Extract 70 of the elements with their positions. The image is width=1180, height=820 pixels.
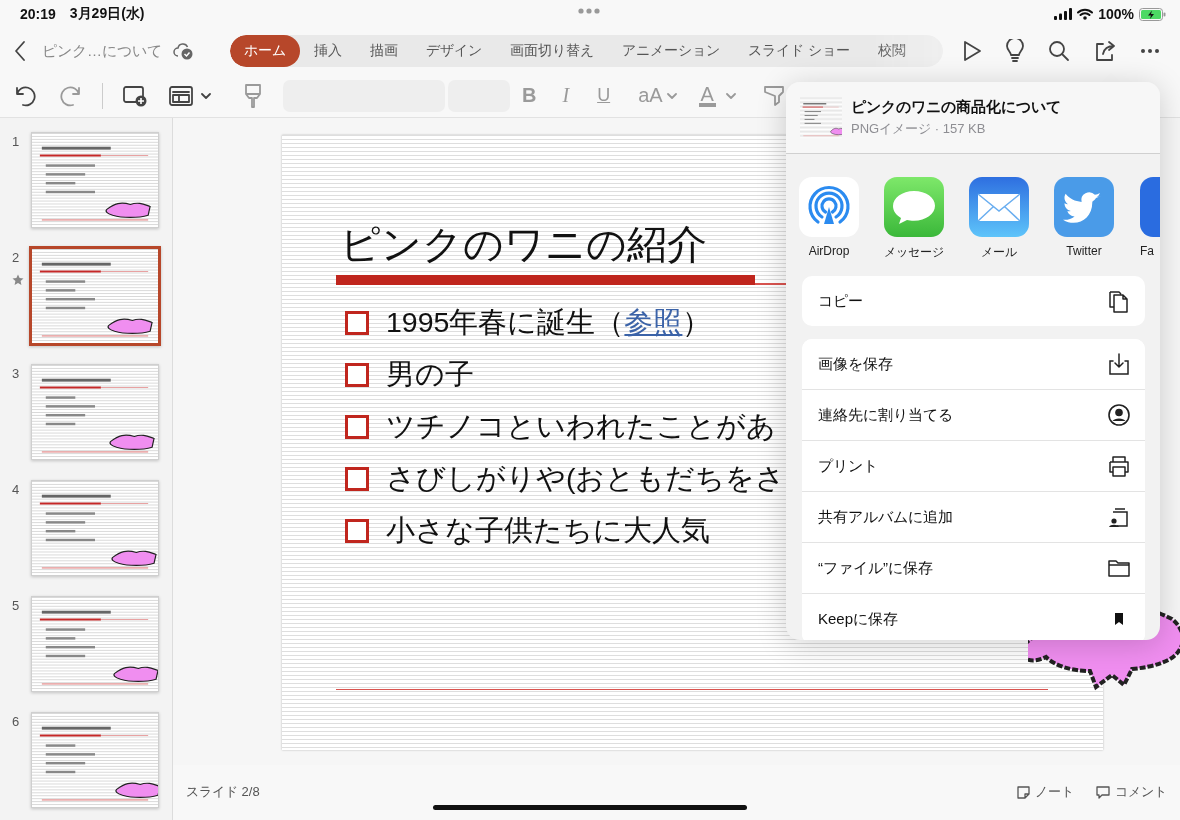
ribbon-tab[interactable]: 挿入 (300, 35, 356, 67)
status-date: 3月29日(水) (69, 5, 145, 23)
download-icon (1107, 352, 1131, 376)
bird-icon (1054, 177, 1114, 237)
battery-icon (1139, 7, 1166, 21)
undo-icon[interactable] (14, 84, 36, 107)
share-action[interactable]: Keepに保存 (802, 593, 1145, 640)
ribbon-tab[interactable]: 描画 (356, 35, 412, 67)
more-dots-icon[interactable] (578, 8, 600, 14)
bullet-square (345, 415, 369, 439)
file-info: PNGイメージ · 157 KB (851, 119, 987, 138)
person-icon (1107, 403, 1131, 427)
note-icon (1017, 785, 1030, 799)
status-time: 20:19 (20, 6, 56, 22)
search-icon[interactable] (1048, 40, 1070, 62)
ribbon-tab[interactable]: ホーム (230, 35, 300, 67)
speech-bubble-icon (884, 177, 944, 237)
caret-icon (725, 92, 736, 99)
share-app[interactable]: メッセージ (884, 177, 944, 263)
more-icon[interactable] (1140, 48, 1160, 54)
copy-icon (1107, 289, 1131, 313)
play-icon[interactable] (962, 40, 982, 62)
ribbon-tab[interactable]: 校閲 (863, 35, 920, 67)
envelope-icon (969, 177, 1029, 237)
bullet-square (345, 311, 369, 335)
caret-icon (666, 92, 677, 99)
concentric-rings-icon (799, 177, 859, 237)
bullet-text: さびしがりや(おともだちをさ (386, 461, 786, 496)
bullet-text: 1995年春に誕生（参照） (386, 305, 712, 340)
new-slide-icon[interactable] (123, 84, 147, 107)
caret-icon (201, 92, 211, 99)
slide-number: 2 (10, 249, 21, 267)
bullet-text: 小さな子供たちに大人気 (386, 513, 710, 548)
reference-link[interactable]: 参照 (624, 306, 683, 338)
bullet-square (345, 519, 369, 543)
share-app[interactable]: メール (969, 177, 1029, 263)
bullet-square (345, 467, 369, 491)
file-title: ピンクのワニの商品化について (851, 97, 1061, 117)
ribbon-tab[interactable]: アニメーション (608, 35, 734, 67)
wifi-icon (1077, 8, 1094, 20)
slide-thumbnail[interactable] (29, 246, 161, 346)
back-icon[interactable] (14, 40, 26, 62)
bullet-text: ツチノコといわれたことがあ (386, 409, 776, 444)
comment-icon (1096, 785, 1110, 799)
slide-title: ピンクのワニの紹介 (339, 221, 707, 268)
share-app[interactable]: AirDrop (799, 177, 859, 263)
ribbon-tab[interactable]: 画面切り替え (496, 35, 608, 67)
ribbon-tab[interactable]: スライド ショー (734, 35, 864, 67)
slide-number: 1 (10, 133, 21, 151)
slide-number: 6 (10, 713, 21, 731)
photo-stack-icon (1107, 505, 1131, 529)
share-app[interactable]: Fa (1139, 177, 1160, 263)
slide-number: 3 (10, 365, 21, 383)
notes-button[interactable]: ノート (1017, 783, 1074, 801)
battery-percent: 100% (1098, 6, 1134, 22)
slide-indicator: スライド 2/8 (186, 783, 260, 801)
lightbulb-icon[interactable] (1006, 39, 1024, 63)
share-icon[interactable] (1094, 40, 1116, 62)
bullet-text: 男の子 (386, 357, 474, 392)
document-title[interactable]: ピンク…について (42, 41, 162, 61)
slide-number: 4 (10, 481, 21, 499)
slide-number: 5 (10, 597, 21, 615)
layout-icon[interactable] (169, 85, 193, 106)
cloud-check-icon[interactable] (172, 42, 194, 60)
signal-icon (1054, 8, 1073, 20)
bullet-square (345, 363, 369, 387)
ribbon-tab[interactable]: デザイン (412, 35, 496, 67)
comments-button[interactable]: コメント (1096, 783, 1167, 801)
share-app[interactable]: Twitter (1054, 177, 1114, 263)
printer-icon (1107, 454, 1131, 478)
